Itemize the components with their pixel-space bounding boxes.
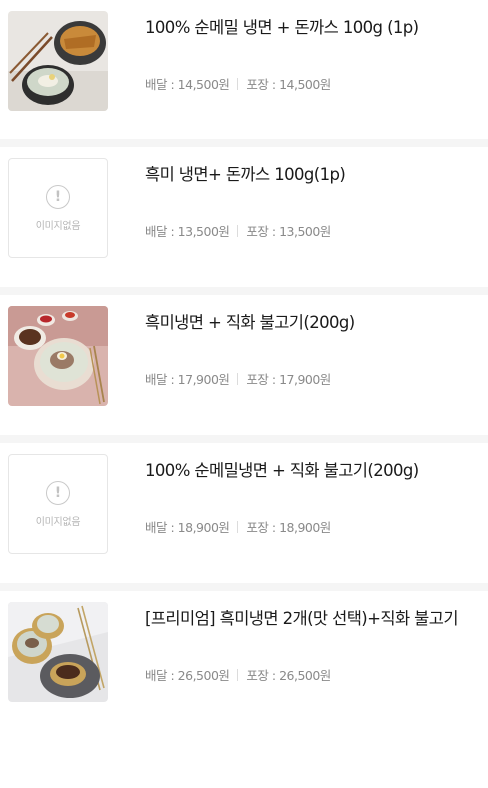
menu-item-name: 흑미냉면 + 직화 불고기(200g) <box>145 313 355 332</box>
delivery-price: 배달 : 18,900원 <box>145 520 230 535</box>
exclamation-circle-icon: ! <box>46 184 70 209</box>
menu-item-name: 100% 순메밀 냉면 + 돈까스 100g (1p) <box>145 18 419 37</box>
menu-item-photo <box>8 602 108 702</box>
menu-item-name: 흑미 냉면+ 돈까스 100g(1p) <box>145 165 346 184</box>
no-image-placeholder: ! 이미지없음 <box>8 454 108 554</box>
menu-item-prices: 배달 : 18,900원 포장 : 18,900원 <box>145 517 331 536</box>
price-divider <box>237 224 239 237</box>
menu-list: 100% 순메밀 냉면 + 돈까스 100g (1p) 배달 : 14,500원… <box>0 0 488 731</box>
menu-item-name: [프리미엄] 흑미냉면 2개(맛 선택)+직화 불고기 <box>145 609 459 628</box>
menu-item-photo <box>8 306 108 406</box>
no-image-label: 이미지없음 <box>35 220 81 232</box>
item-separator <box>0 435 488 443</box>
menu-item[interactable]: ! 이미지없음 흑미 냉면+ 돈까스 100g(1p) 배달 : 13,500원… <box>0 147 488 287</box>
exclamation-circle-icon: ! <box>46 480 70 505</box>
price-divider <box>237 668 239 681</box>
menu-item-photo <box>8 11 108 111</box>
item-separator <box>0 139 488 147</box>
menu-item[interactable]: ! 이미지없음 100% 순메밀냉면 + 직화 불고기(200g) 배달 : 1… <box>0 443 488 583</box>
delivery-price: 배달 : 26,500원 <box>145 668 230 683</box>
menu-item-prices: 배달 : 26,500원 포장 : 26,500원 <box>145 665 331 684</box>
no-image-placeholder: ! 이미지없음 <box>8 158 108 258</box>
menu-item[interactable]: 100% 순메밀 냉면 + 돈까스 100g (1p) 배달 : 14,500원… <box>0 0 488 139</box>
delivery-price: 배달 : 17,900원 <box>145 372 230 387</box>
pickup-price: 포장 : 17,900원 <box>246 372 331 387</box>
pickup-price: 포장 : 18,900원 <box>246 520 331 535</box>
pickup-price: 포장 : 26,500원 <box>246 668 331 683</box>
menu-item[interactable]: 흑미냉면 + 직화 불고기(200g) 배달 : 17,900원 포장 : 17… <box>0 295 488 435</box>
menu-item-prices: 배달 : 14,500원 포장 : 14,500원 <box>145 74 331 93</box>
menu-item-prices: 배달 : 13,500원 포장 : 13,500원 <box>145 221 331 240</box>
item-separator <box>0 583 488 591</box>
no-image-label: 이미지없음 <box>35 516 81 528</box>
pickup-price: 포장 : 13,500원 <box>246 224 331 239</box>
item-separator <box>0 287 488 295</box>
menu-item-name: 100% 순메밀냉면 + 직화 불고기(200g) <box>145 461 419 480</box>
delivery-price: 배달 : 13,500원 <box>145 224 230 239</box>
pickup-price: 포장 : 14,500원 <box>246 77 331 92</box>
menu-item[interactable]: [프리미엄] 흑미냉면 2개(맛 선택)+직화 불고기 배달 : 26,500원… <box>0 591 488 731</box>
menu-item-prices: 배달 : 17,900원 포장 : 17,900원 <box>145 369 331 388</box>
price-divider <box>237 520 239 533</box>
price-divider <box>237 77 239 90</box>
price-divider <box>237 372 239 385</box>
delivery-price: 배달 : 14,500원 <box>145 77 230 92</box>
